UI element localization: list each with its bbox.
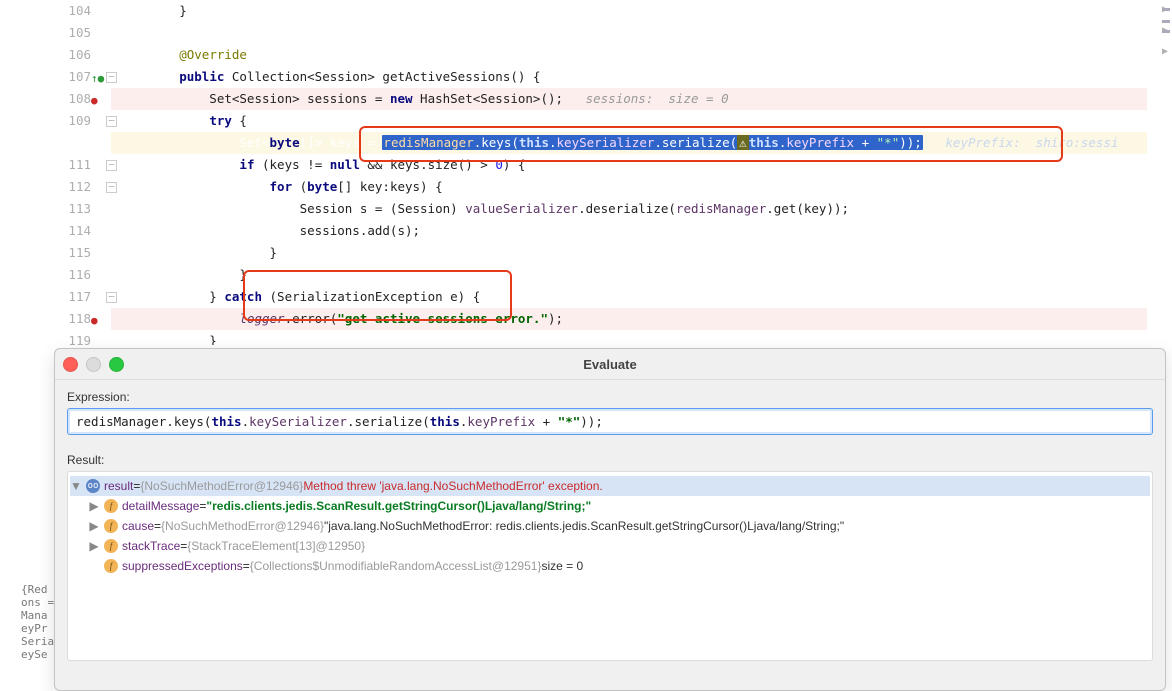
- left-gutter-strip: [0, 0, 21, 691]
- var-name: cause: [122, 516, 154, 536]
- result-tree[interactable]: ▼ooresult = {NoSuchMethodError@12946} Me…: [67, 471, 1153, 661]
- marker[interactable]: [1162, 30, 1170, 33]
- tree-row[interactable]: ▼ooresult = {NoSuchMethodError@12946} Me…: [70, 476, 1150, 496]
- code-text[interactable]: Set<byte[]> keys = redisManager.keys(thi…: [111, 132, 1147, 154]
- var-tail: Method threw 'java.lang.NoSuchMethodErro…: [303, 476, 602, 496]
- evaluate-title: Evaluate: [55, 357, 1165, 372]
- line-number: 118: [56, 308, 91, 330]
- field-badge-icon: f: [104, 519, 118, 533]
- code-text[interactable]: } catch (SerializationException e) {: [111, 286, 1147, 308]
- marker[interactable]: [1162, 8, 1170, 11]
- line-number: 112: [56, 176, 91, 198]
- line-number: 119: [56, 330, 91, 345]
- line-number: 109: [56, 110, 91, 132]
- code-line[interactable]: 115 }: [111, 242, 1147, 264]
- code-text[interactable]: Session s = (Session) valueSerializer.de…: [111, 198, 1147, 220]
- tree-row[interactable]: ▶fstackTrace = {StackTraceElement[13]@12…: [70, 536, 1150, 556]
- var-name: suppressedExceptions: [122, 556, 243, 576]
- var-value: "redis.clients.jedis.ScanResult.getStrin…: [206, 496, 591, 516]
- code-line[interactable]: 111− if (keys != null && keys.size() > 0…: [111, 154, 1147, 176]
- debug-var-fragment: ons =: [21, 596, 54, 609]
- disclosure-icon[interactable]: ▶: [88, 496, 100, 516]
- debug-var-fragment: Mana: [21, 609, 54, 622]
- line-number: 114: [56, 220, 91, 242]
- code-text[interactable]: public Collection<Session> getActiveSess…: [111, 66, 1147, 88]
- line-number: 117: [56, 286, 91, 308]
- evaluate-dialog: Evaluate Expression: redisManager.keys(t…: [54, 348, 1166, 691]
- code-text[interactable]: }: [111, 330, 1147, 345]
- line-number: 104: [56, 0, 91, 22]
- code-line[interactable]: 106 @Override: [111, 44, 1147, 66]
- code-line[interactable]: 118● logger.error("get active sessions e…: [111, 308, 1147, 330]
- debug-var-fragment: eyPr: [21, 622, 54, 635]
- code-text[interactable]: }: [111, 0, 1147, 22]
- error-stripe[interactable]: [1160, 0, 1172, 345]
- line-number: 113: [56, 198, 91, 220]
- code-text[interactable]: for (byte[] key:keys) {: [111, 176, 1147, 198]
- tree-row[interactable]: ▶fcause = {NoSuchMethodError@12946} "jav…: [70, 516, 1150, 536]
- object-id: {StackTraceElement[13]@12950}: [187, 536, 365, 556]
- tree-row[interactable]: ▶fdetailMessage = "redis.clients.jedis.S…: [70, 496, 1150, 516]
- gutter-icon[interactable]: ●: [91, 90, 98, 112]
- disclosure-icon[interactable]: ▶: [88, 516, 100, 536]
- object-badge-icon: oo: [86, 479, 100, 493]
- line-number: 106: [56, 44, 91, 66]
- line-number: 108: [56, 88, 91, 110]
- code-text[interactable]: [111, 22, 1147, 44]
- field-badge-icon: f: [104, 539, 118, 553]
- debug-var-fragment: {Red: [21, 583, 54, 596]
- expression-input[interactable]: redisManager.keys(this.keySerializer.ser…: [67, 408, 1153, 435]
- debug-vars-peek: {Redons =ManaeyPrSeriaeySe: [21, 583, 54, 661]
- line-number: 105: [56, 22, 91, 44]
- gutter-icon[interactable]: ↑●: [91, 68, 104, 90]
- line-number: 115: [56, 242, 91, 264]
- code-text[interactable]: @Override: [111, 44, 1147, 66]
- line-number: 111: [56, 154, 91, 176]
- code-line[interactable]: 109− try {: [111, 110, 1147, 132]
- code-editor[interactable]: 104 }105106 @Override107↑●− public Colle…: [21, 0, 1172, 345]
- object-id: {NoSuchMethodError@12946}: [161, 516, 324, 536]
- var-name: detailMessage: [122, 496, 199, 516]
- var-name: stackTrace: [122, 536, 180, 556]
- code-line[interactable]: 117− } catch (SerializationException e) …: [111, 286, 1147, 308]
- code-text[interactable]: Set<Session> sessions = new HashSet<Sess…: [111, 88, 1147, 110]
- tree-row[interactable]: fsuppressedExceptions = {Collections$Unm…: [70, 556, 1150, 576]
- object-id: {NoSuchMethodError@12946}: [140, 476, 303, 496]
- code-text[interactable]: if (keys != null && keys.size() > 0) {: [111, 154, 1147, 176]
- code-text[interactable]: }: [111, 264, 1147, 286]
- line-number: 116: [56, 264, 91, 286]
- code-line[interactable]: 116 }: [111, 264, 1147, 286]
- result-label: Result:: [67, 453, 1153, 467]
- evaluate-titlebar[interactable]: Evaluate: [55, 349, 1165, 380]
- code-text[interactable]: sessions.add(s);: [111, 220, 1147, 242]
- disclosure-icon[interactable]: ▶: [88, 536, 100, 556]
- code-line[interactable]: 114 sessions.add(s);: [111, 220, 1147, 242]
- var-name: result: [104, 476, 133, 496]
- gutter-icon[interactable]: ●: [91, 310, 98, 332]
- debug-var-fragment: Seria: [21, 635, 54, 648]
- marker[interactable]: [1162, 20, 1170, 23]
- code-text[interactable]: logger.error("get active sessions error.…: [111, 308, 1147, 330]
- code-line[interactable]: 119 }: [111, 330, 1147, 345]
- code-line[interactable]: 104 }: [111, 0, 1147, 22]
- var-tail: "java.lang.NoSuchMethodError: redis.clie…: [324, 516, 844, 536]
- code-line[interactable]: 107↑●− public Collection<Session> getAct…: [111, 66, 1147, 88]
- object-id: {Collections$UnmodifiableRandomAccessLis…: [250, 556, 542, 576]
- code-line[interactable]: 112− for (byte[] key:keys) {: [111, 176, 1147, 198]
- debug-var-fragment: eySe: [21, 648, 54, 661]
- code-line[interactable]: 113 Session s = (Session) valueSerialize…: [111, 198, 1147, 220]
- var-tail: size = 0: [541, 556, 583, 576]
- disclosure-icon[interactable]: ▼: [70, 476, 82, 496]
- expression-label: Expression:: [67, 390, 1153, 404]
- code-text[interactable]: try {: [111, 110, 1147, 132]
- code-text[interactable]: }: [111, 242, 1147, 264]
- field-badge-icon: f: [104, 499, 118, 513]
- code-line[interactable]: 108● Set<Session> sessions = new HashSet…: [111, 88, 1147, 110]
- field-badge-icon: f: [104, 559, 118, 573]
- line-number: 110: [56, 132, 91, 154]
- code-line[interactable]: 110 Set<byte[]> keys = redisManager.keys…: [111, 132, 1147, 154]
- line-number: 107: [56, 66, 91, 88]
- code-line[interactable]: 105: [111, 22, 1147, 44]
